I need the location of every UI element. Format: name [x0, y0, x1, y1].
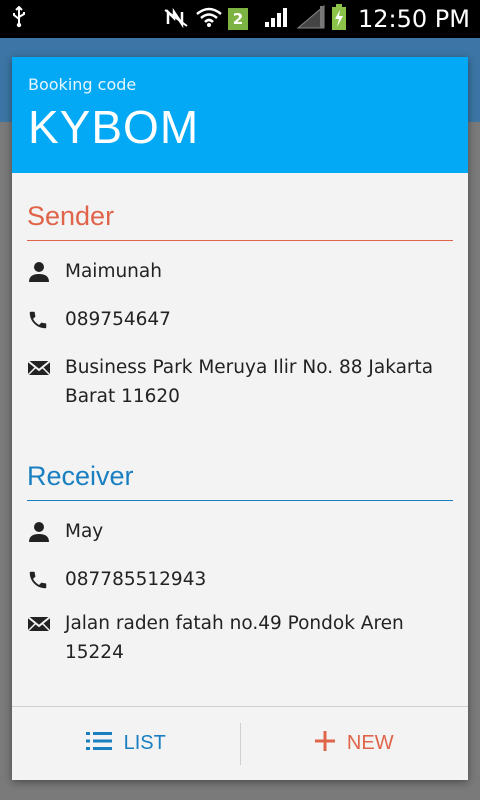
receiver-address-row: Jalan raden fatah no.49 Pondok Aren 1522…	[27, 609, 453, 667]
booking-dialog: Booking code KYBOM Sender Maimunah 08975…	[12, 57, 468, 780]
signal-icon	[264, 6, 290, 32]
mail-icon	[27, 353, 65, 382]
receiver-name: May	[65, 521, 104, 542]
status-time: 12:50 PM	[358, 5, 470, 33]
status-bar: 2 12:50 PM	[0, 0, 480, 38]
receiver-address: Jalan raden fatah no.49 Pondok Aren 1522…	[65, 613, 404, 663]
booking-code-caption: Booking code	[28, 75, 137, 94]
person-icon	[27, 257, 65, 286]
status-left	[10, 5, 28, 32]
receiver-phone-row: 087785512943	[27, 565, 453, 594]
new-button-label: NEW	[346, 732, 394, 754]
sender-address: Business Park Meruya Ilir No. 88 Jakarta…	[65, 357, 434, 407]
status-right: 2 12:50 PM	[162, 4, 470, 34]
receiver-title: Receiver	[27, 433, 453, 501]
battery-charging-icon	[332, 4, 347, 34]
phone-icon	[27, 305, 65, 334]
list-button[interactable]: LIST	[12, 707, 240, 780]
receiver-name-row: May	[27, 517, 453, 546]
mute-icon	[162, 6, 190, 32]
list-icon	[85, 731, 112, 757]
dialog-footer: LIST NEW	[12, 706, 468, 780]
receiver-section: Receiver May 087785512943 Jalan raden fa…	[12, 433, 468, 667]
dialog-header: Booking code KYBOM	[12, 57, 468, 173]
person-icon	[27, 517, 65, 546]
sender-section: Sender Maimunah 089754647 Business Park …	[12, 173, 468, 411]
new-button[interactable]: NEW	[241, 707, 469, 780]
mail-icon	[27, 609, 65, 638]
sim-badge: 2	[228, 8, 249, 30]
booking-code: KYBOM	[28, 101, 200, 153]
sender-address-row: Business Park Meruya Ilir No. 88 Jakarta…	[27, 353, 453, 411]
sender-title: Sender	[27, 173, 453, 241]
receiver-phone: 087785512943	[65, 569, 207, 590]
sender-name: Maimunah	[65, 261, 162, 282]
sender-name-row: Maimunah	[27, 257, 453, 286]
sender-phone: 089754647	[65, 309, 171, 330]
sender-phone-row: 089754647	[27, 305, 453, 334]
list-button-label: LIST	[123, 732, 166, 754]
wifi-icon	[196, 6, 222, 32]
plus-icon	[314, 730, 335, 757]
signal-empty-icon	[296, 4, 326, 34]
usb-icon	[10, 5, 28, 32]
phone-icon	[27, 565, 65, 594]
